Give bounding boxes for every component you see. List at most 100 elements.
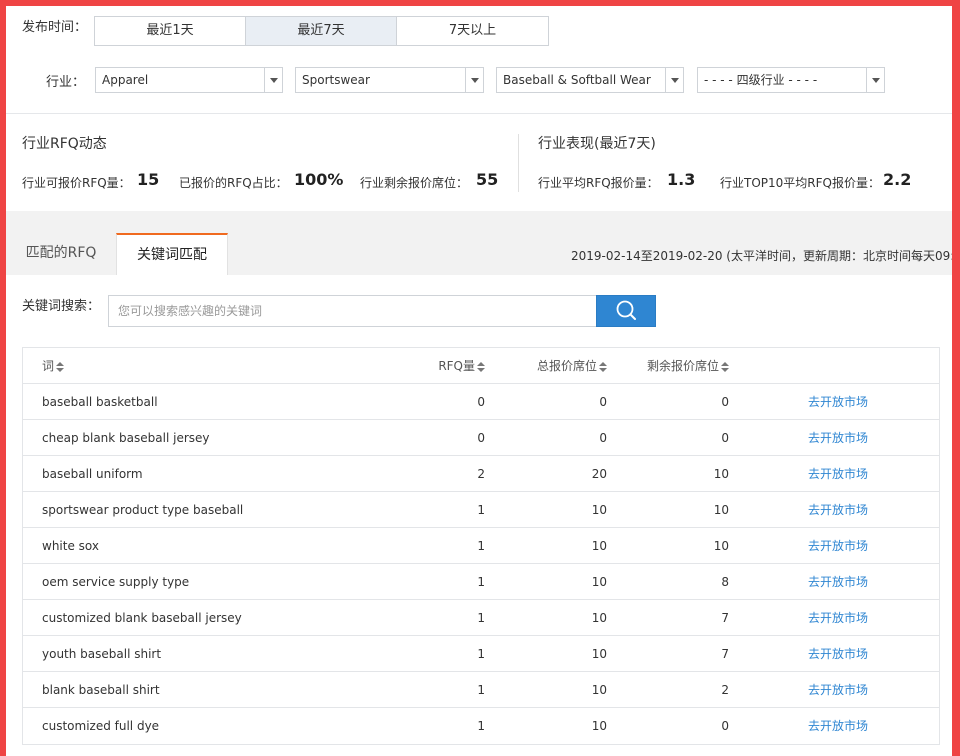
column-header-rfq[interactable]: RFQ量 [438, 348, 485, 384]
keyword-search-input[interactable]: 您可以搜索感兴趣的关键词 [108, 295, 597, 327]
open-market-link[interactable]: 去开放市场 [808, 384, 868, 420]
rfq-count-cell: 0 [477, 395, 485, 409]
remaining-seats-value: 55 [476, 170, 499, 189]
column-header-total-seats[interactable]: 总报价席位 [537, 348, 607, 384]
industry-select-level1[interactable]: Apparel [95, 67, 283, 93]
header-label: 词 [42, 359, 55, 373]
select-value: Baseball & Softball Wear [503, 73, 651, 87]
table-row: baseball basketball 0 0 0 去开放市场 [23, 384, 939, 420]
quotable-rfq-label: 行业可报价RFQ量： [22, 176, 131, 190]
total-seats-cell: 10 [591, 539, 607, 553]
table-header-row: 词 RFQ量 总报价席位 剩余报价席位 [23, 348, 939, 384]
industry-label: 行业： [46, 75, 86, 90]
keyword-cell: white sox [42, 539, 99, 553]
column-header-word[interactable]: 词 [42, 348, 65, 384]
chevron-down-icon [866, 68, 884, 92]
table-row: oem service supply type 1 10 8 去开放市场 [23, 564, 939, 600]
date-range-info: 2019-02-14至2019-02-20 (太平洋时间，更新周期：北京时间每天… [571, 249, 952, 263]
table-row: white sox 1 10 10 去开放市场 [23, 528, 939, 564]
remaining-seats-cell: 2 [721, 683, 729, 697]
remaining-seats-cell: 0 [721, 431, 729, 445]
chevron-down-icon [665, 68, 683, 92]
avg-rfq-value: 1.3 [667, 170, 696, 189]
search-icon [616, 300, 636, 320]
keyword-table: 词 RFQ量 总报价席位 剩余报价席位 baseball basketball … [22, 347, 940, 745]
total-seats-cell: 10 [591, 647, 607, 661]
divider [6, 113, 952, 114]
table-row: customized full dye 1 10 0 去开放市场 [23, 708, 939, 744]
rfq-count-cell: 1 [477, 647, 485, 661]
industry-select-level3[interactable]: Baseball & Softball Wear [496, 67, 684, 93]
open-market-link[interactable]: 去开放市场 [808, 636, 868, 672]
sort-icon [56, 361, 65, 372]
header-label: 剩余报价席位 [646, 359, 719, 373]
table-row: customized blank baseball jersey 1 10 7 … [23, 600, 939, 636]
total-seats-cell: 10 [591, 719, 607, 733]
total-seats-cell: 10 [591, 503, 607, 517]
select-value: - - - - 四级行业 - - - - [704, 73, 818, 87]
keyword-cell: sportswear product type baseball [42, 503, 244, 517]
select-value: Apparel [102, 73, 149, 87]
remaining-seats-cell: 10 [713, 539, 729, 553]
table-row: baseball uniform 2 20 10 去开放市场 [23, 456, 939, 492]
total-seats-cell: 10 [591, 683, 607, 697]
rfq-count-cell: 1 [477, 611, 485, 625]
header-label: RFQ量 [438, 359, 475, 373]
rfq-count-cell: 1 [477, 503, 485, 517]
remaining-seats-cell: 0 [721, 395, 729, 409]
remaining-seats-cell: 10 [713, 503, 729, 517]
tab-keyword-match[interactable]: 关键词匹配 [116, 233, 228, 275]
tab-matched-rfq[interactable]: 匹配的RFQ [6, 233, 116, 275]
rfq-count-cell: 2 [477, 467, 485, 481]
industry-select-level4[interactable]: - - - - 四级行业 - - - - [697, 67, 885, 93]
keyword-cell: cheap blank baseball jersey [42, 431, 210, 445]
search-button[interactable] [596, 295, 656, 327]
open-market-link[interactable]: 去开放市场 [808, 600, 868, 636]
sort-icon [477, 361, 485, 372]
chevron-down-icon [465, 68, 483, 92]
industry-rfq-title: 行业RFQ动态 [22, 136, 107, 152]
rfq-count-cell: 1 [477, 683, 485, 697]
rfq-panel: 发布时间： 最近1天 最近7天 7天以上 行业： Apparel Sportsw… [6, 6, 952, 756]
keyword-cell: oem service supply type [42, 575, 190, 589]
keyword-cell: customized blank baseball jersey [42, 611, 242, 625]
vertical-divider [518, 134, 519, 192]
open-market-link[interactable]: 去开放市场 [808, 672, 868, 708]
table-row: sportswear product type baseball 1 10 10… [23, 492, 939, 528]
header-label: 总报价席位 [536, 359, 597, 373]
remaining-seats-cell: 0 [721, 719, 729, 733]
column-header-remaining-seats[interactable]: 剩余报价席位 [647, 348, 729, 384]
keyword-cell: baseball uniform [42, 467, 143, 481]
open-market-link[interactable]: 去开放市场 [808, 708, 868, 744]
open-market-link[interactable]: 去开放市场 [808, 564, 868, 600]
chevron-down-icon [264, 68, 282, 92]
time-option-over-7days[interactable]: 7天以上 [397, 17, 548, 45]
remaining-seats-cell: 7 [721, 647, 729, 661]
rfq-count-cell: 1 [477, 719, 485, 733]
avg-rfq-label: 行业平均RFQ报价量： [538, 176, 659, 190]
remaining-seats-cell: 10 [713, 467, 729, 481]
open-market-link[interactable]: 去开放市场 [808, 528, 868, 564]
rfq-count-cell: 0 [477, 431, 485, 445]
sort-icon [721, 361, 729, 372]
total-seats-cell: 0 [599, 395, 607, 409]
remaining-seats-label: 行业剩余报价席位： [360, 176, 469, 190]
quoted-ratio-value: 100% [294, 170, 344, 189]
keyword-search-label: 关键词搜索： [22, 299, 101, 314]
open-market-link[interactable]: 去开放市场 [808, 492, 868, 528]
rfq-count-cell: 1 [477, 539, 485, 553]
top10-avg-value: 2.2 [883, 170, 912, 189]
total-seats-cell: 20 [591, 467, 607, 481]
keyword-cell: youth baseball shirt [42, 647, 162, 661]
industry-select-level2[interactable]: Sportswear [295, 67, 484, 93]
remaining-seats-cell: 7 [721, 611, 729, 625]
open-market-link[interactable]: 去开放市场 [808, 420, 868, 456]
time-option-1day[interactable]: 最近1天 [95, 17, 246, 45]
select-value: Sportswear [302, 73, 370, 87]
total-seats-cell: 10 [591, 575, 607, 589]
time-option-7days[interactable]: 最近7天 [246, 17, 397, 45]
total-seats-cell: 0 [599, 431, 607, 445]
open-market-link[interactable]: 去开放市场 [808, 456, 868, 492]
quoted-ratio-label: 已报价的RFQ占比： [179, 176, 288, 190]
keyword-cell: customized full dye [42, 719, 160, 733]
